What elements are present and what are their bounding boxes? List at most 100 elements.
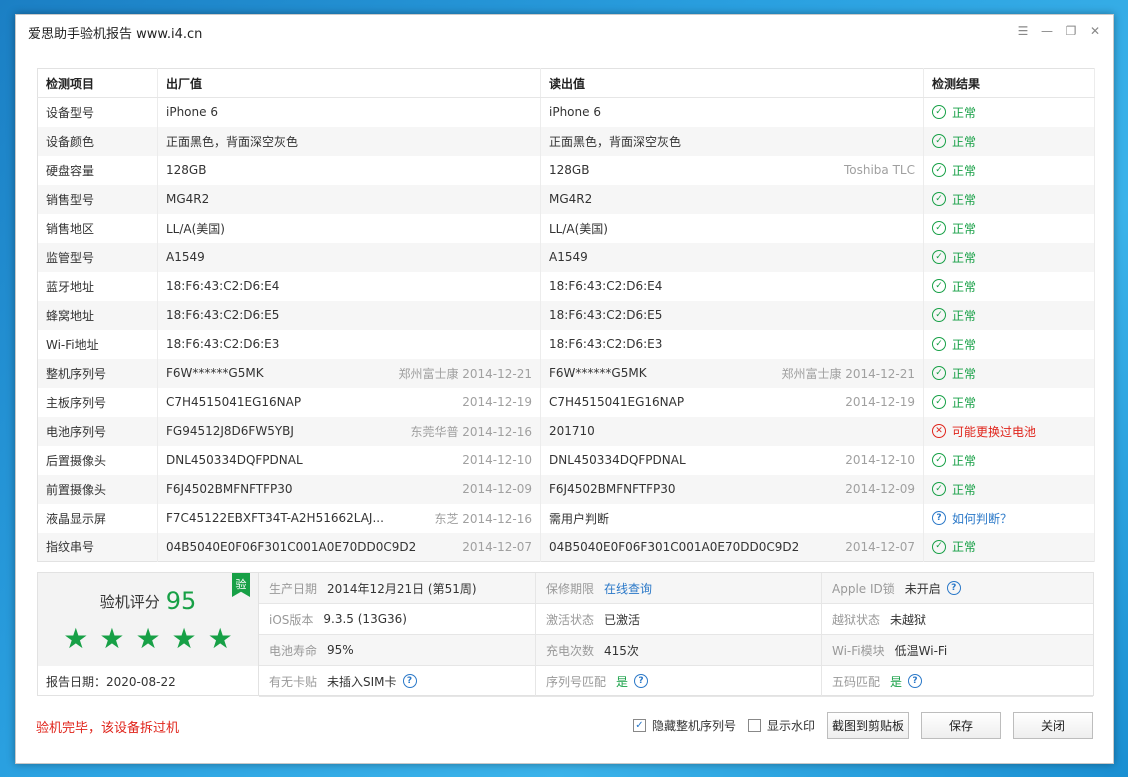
info-value[interactable]: 在线查询 — [604, 580, 652, 597]
result-text[interactable]: 如何判断？ — [952, 510, 1012, 527]
factory-sub: 2014-12-09 — [462, 482, 532, 496]
result-text: 正常 — [952, 366, 977, 381]
read-sub: 郑州富士康 2014-12-21 — [781, 366, 915, 381]
row-result: ✓ 正常 — [923, 474, 1095, 504]
info-key: Wi-Fi模块 — [832, 643, 885, 658]
help-icon[interactable]: ? — [402, 674, 417, 688]
row-result: ✓ 正常 — [923, 532, 1095, 562]
check-circle-icon: ✓ — [932, 192, 946, 206]
checkbox-box[interactable] — [747, 719, 761, 732]
info-cell: 生产日期 2014年12月21日 (第51周) — [259, 573, 536, 604]
close-button[interactable]: 关闭 — [1013, 712, 1093, 739]
result-text: 正常 — [952, 134, 977, 149]
check-circle-icon: ✓ — [932, 453, 946, 467]
row-factory: C7H4515041EG16NAP 2014-12-19 — [157, 387, 541, 417]
header-item: 检测项目 — [37, 68, 158, 98]
row-result: ✓ 正常 — [923, 271, 1095, 301]
footer-controls: ✓ 隐藏整机序列号 显示水印 截图到剪贴板 保存 关闭 — [632, 712, 1093, 739]
factory-sub: 东莞华普 2014-12-16 — [410, 424, 532, 439]
menu-icon[interactable]: ☰ — [1015, 23, 1031, 39]
table-body: 设备型号 iPhone 6 iPhone 6 ✓ 正常 设备颜色 正面黑色，背面深空灰色 正面… — [37, 97, 1095, 562]
factory-value: 04B5040E0F06F301C001A0E70DD0C9D2 — [166, 539, 417, 554]
row-read: 04B5040E0F06F301C001A0E70DD0C9D2 2014-12-… — [540, 532, 924, 562]
info-value: 未越狱 — [890, 612, 927, 627]
help-icon[interactable]: ? — [946, 581, 961, 595]
checkbox-box[interactable]: ✓ — [632, 719, 646, 732]
table-header-row: 检测项目 出厂值 读出值 检测结果 — [37, 68, 1095, 98]
row-result: ✓ 正常 — [923, 213, 1095, 243]
row-factory: 04B5040E0F06F301C001A0E70DD0C9D2 2014-12-… — [157, 532, 541, 562]
row-item: 设备颜色 — [37, 126, 158, 156]
table-row: 整机序列号 F6W******G5MK 郑州富士康 2014-12-21 F6W***… — [37, 358, 1095, 388]
row-item: 主板序列号 — [37, 387, 158, 417]
info-grid: 生产日期 2014年12月21日 (第51周) 保修期限 在线查询 Apple ID锁未… — [259, 573, 1093, 697]
factory-value: A1549 — [166, 250, 205, 264]
table-row: 蓝牙地址 18:F6:43:C2:D6:E4 18:F6:43:C2:D6:E4 ✓ 正… — [37, 271, 1095, 301]
info-key: 五码匹配 — [832, 674, 881, 689]
row-read: C7H4515041EG16NAP 2014-12-19 — [540, 387, 924, 417]
help-icon[interactable]: ? — [634, 674, 649, 688]
row-item: 销售地区 — [37, 213, 158, 243]
result-text: 正常 — [952, 540, 977, 555]
info-cell: 充电次数 415次 — [536, 635, 822, 666]
check-circle-icon: ✓ — [932, 482, 946, 496]
header-result: 检测结果 — [923, 68, 1095, 98]
info-value: 是 — [616, 674, 629, 689]
star-icon: ★ — [63, 622, 89, 655]
row-factory: iPhone 6 — [157, 97, 541, 127]
factory-sub: 东芝 2014-12-16 — [434, 511, 532, 526]
watermark-checkbox[interactable]: 显示水印 — [747, 717, 815, 734]
minimize-icon[interactable]: — — [1039, 23, 1055, 39]
read-value: 04B5040E0F06F301C001A0E70DD0C9D2 — [549, 539, 800, 554]
read-value: 需用户判断 — [549, 511, 610, 526]
row-result[interactable]: ? 如何判断？ — [923, 503, 1095, 533]
factory-value: 正面黑色，背面深空灰色 — [166, 134, 299, 149]
info-value: 95% — [327, 643, 354, 657]
row-result: ✓ 正常 — [923, 242, 1095, 272]
factory-value: FG94512J8D6FW5YBJ — [166, 424, 294, 438]
read-value: MG4R2 — [549, 192, 593, 206]
info-cell: Apple ID锁 未开启? — [822, 573, 1093, 604]
close-icon[interactable]: ✕ — [1087, 23, 1103, 39]
table-row: 设备型号 iPhone 6 iPhone 6 ✓ 正常 — [37, 97, 1095, 127]
info-value: 415次 — [604, 643, 639, 658]
hide-serial-checkbox[interactable]: ✓ 隐藏整机序列号 — [632, 717, 736, 734]
star-icon: ★ — [171, 622, 197, 655]
table-row: 前置摄像头 F6J4502BMFNFTFP30 2014-12-09 F6J4502B… — [37, 474, 1095, 504]
row-item: 硬盘容量 — [37, 155, 158, 185]
star-icon: ★ — [207, 622, 233, 655]
table-row: 销售地区 LL/A(美国) LL/A(美国) ✓ 正常 — [37, 213, 1095, 243]
result-text: 正常 — [952, 395, 977, 410]
row-factory: 18:F6:43:C2:D6:E4 — [157, 271, 541, 301]
hide-serial-label: 隐藏整机序列号 — [651, 719, 736, 733]
factory-value: iPhone 6 — [166, 105, 218, 120]
factory-value: LL/A(美国) — [166, 221, 225, 236]
row-factory: 正面黑色，背面深空灰色 — [157, 126, 541, 156]
screenshot-button[interactable]: 截图到剪贴板 — [826, 712, 909, 739]
factory-sub: 2014-12-19 — [462, 395, 532, 409]
check-circle-icon: ✓ — [932, 221, 946, 235]
info-key: 序列号匹配 — [546, 674, 607, 689]
row-factory: F6W******G5MK 郑州富士康 2014-12-21 — [157, 358, 541, 388]
table-row: 指纹串号 04B5040E0F06F301C001A0E70DD0C9D2 2014… — [37, 532, 1095, 562]
read-value: iPhone 6 — [549, 105, 601, 120]
factory-value: F7C45122EBXFT34T-A2H51662LAJ... — [166, 511, 384, 525]
row-read: 201710 — [540, 416, 924, 446]
help-icon[interactable]: ? — [908, 674, 923, 688]
row-item: 电池序列号 — [37, 416, 158, 446]
info-cell: 五码匹配是? — [822, 666, 1093, 697]
factory-value: 128GB — [166, 163, 207, 177]
info-cell: 电池寿命 95% — [259, 635, 536, 666]
row-item: 蓝牙地址 — [37, 271, 158, 301]
result-text: 正常 — [952, 337, 977, 352]
restore-icon[interactable]: ❐ — [1063, 23, 1079, 39]
row-result: ✓ 正常 — [923, 358, 1095, 388]
read-sub: Toshiba TLC — [843, 163, 915, 177]
info-cell: 有无卡贴 未插入SIM卡? — [259, 666, 536, 697]
row-factory: DNL450334DQFPDNAL 2014-12-10 — [157, 445, 541, 475]
factory-value: 18:F6:43:C2:D6:E3 — [166, 337, 280, 351]
info-key: Apple ID锁 — [832, 581, 895, 596]
info-cell: Wi-Fi模块 低温Wi-Fi — [822, 635, 1093, 666]
save-button[interactable]: 保存 — [921, 712, 1001, 739]
row-result: ✓ 正常 — [923, 184, 1095, 214]
